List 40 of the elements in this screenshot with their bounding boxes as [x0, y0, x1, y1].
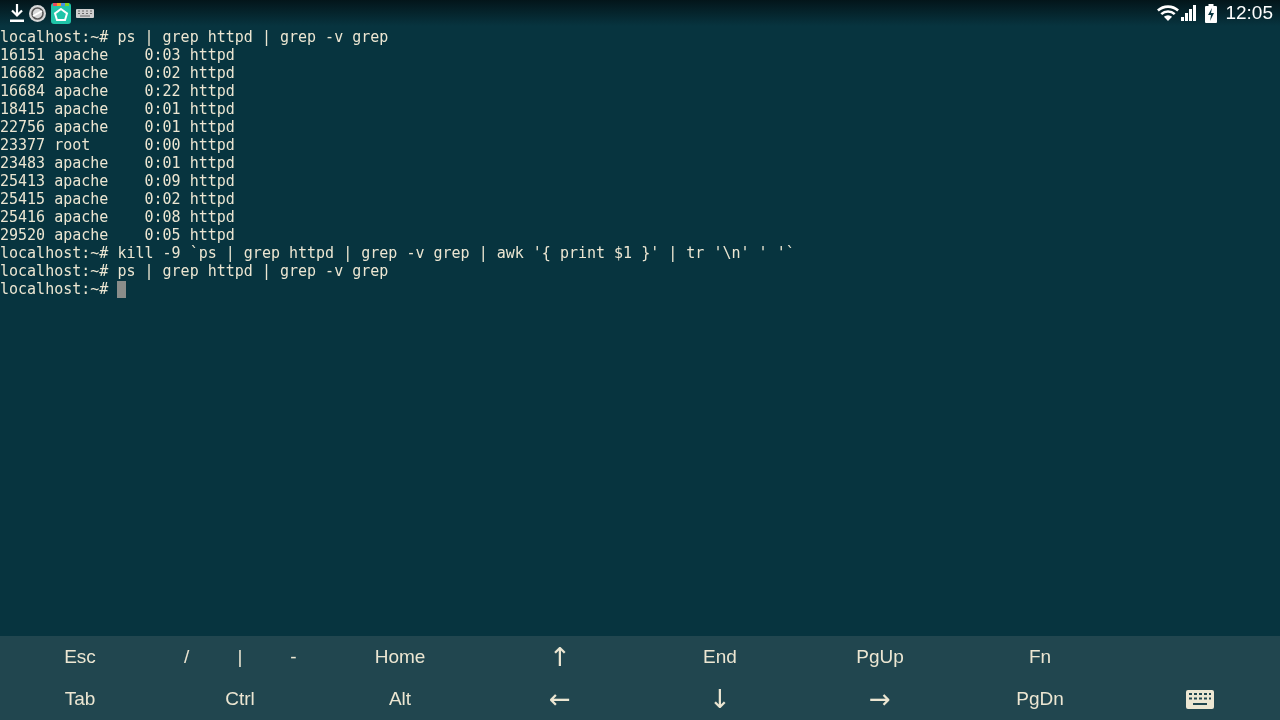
terminal-line: 18415 apache 0:01 httpd — [0, 100, 235, 118]
terminal-line: 25415 apache 0:02 httpd — [0, 190, 235, 208]
key-button[interactable]: Home — [320, 636, 480, 678]
key-button[interactable]: End — [640, 636, 800, 678]
terminal-line: localhost:~# ps | grep httpd | grep -v grep — [0, 262, 389, 280]
terminal-line: 16684 apache 0:22 httpd — [0, 82, 235, 100]
keyboard-icon — [76, 8, 94, 18]
terminal-line: localhost:~# kill -9 `ps | grep httpd | grep -v grep | awk '{ print $1 }' | tr '\n' ' '` — [0, 244, 795, 262]
key-button[interactable]: Esc — [0, 636, 160, 678]
terminal-line: 23483 apache 0:01 httpd — [0, 154, 235, 172]
key-button[interactable]: | — [213, 636, 267, 678]
terminal-line: localhost:~# ps | grep httpd | grep -v grep — [0, 28, 389, 46]
wifi-icon — [1157, 5, 1180, 21]
signal-icon — [1181, 5, 1197, 21]
arrow-key-button[interactable]: ← — [480, 678, 640, 720]
terminal-line: 16682 apache 0:02 httpd — [0, 64, 235, 82]
terminal-line: 23377 root 0:00 httpd — [0, 136, 235, 154]
disc-icon — [29, 4, 46, 22]
key-button[interactable]: / — [160, 636, 214, 678]
arrow-key-button[interactable]: ↓ — [640, 678, 800, 720]
terminal-line: 25413 apache 0:09 httpd — [0, 172, 235, 190]
download-icon — [10, 4, 24, 22]
key-button[interactable]: Fn — [960, 636, 1120, 678]
terminal-line: 16151 apache 0:03 httpd — [0, 46, 235, 64]
terminal-line: 25416 apache 0:08 httpd — [0, 208, 235, 226]
clock-time: 12:05 — [1225, 1, 1273, 25]
key-button[interactable]: Alt — [320, 678, 480, 720]
terminal-line: 22756 apache 0:01 httpd — [0, 118, 235, 136]
arrow-key-button[interactable]: ↑ — [480, 636, 640, 678]
key-button[interactable]: PgUp — [800, 636, 960, 678]
arrow-key-button[interactable]: → — [800, 678, 960, 720]
app-tile-icon — [51, 2, 71, 24]
key-button[interactable]: - — [266, 636, 320, 678]
key-button[interactable]: PgDn — [960, 678, 1120, 720]
prompt-text: localhost:~# — [0, 280, 109, 298]
key-button[interactable]: Ctrl — [160, 678, 320, 720]
key-button[interactable]: Tab — [0, 678, 160, 720]
terminal-line: 29520 apache 0:05 httpd — [0, 226, 235, 244]
keyboard-icon — [1186, 689, 1214, 709]
battery-icon — [1205, 3, 1218, 23]
